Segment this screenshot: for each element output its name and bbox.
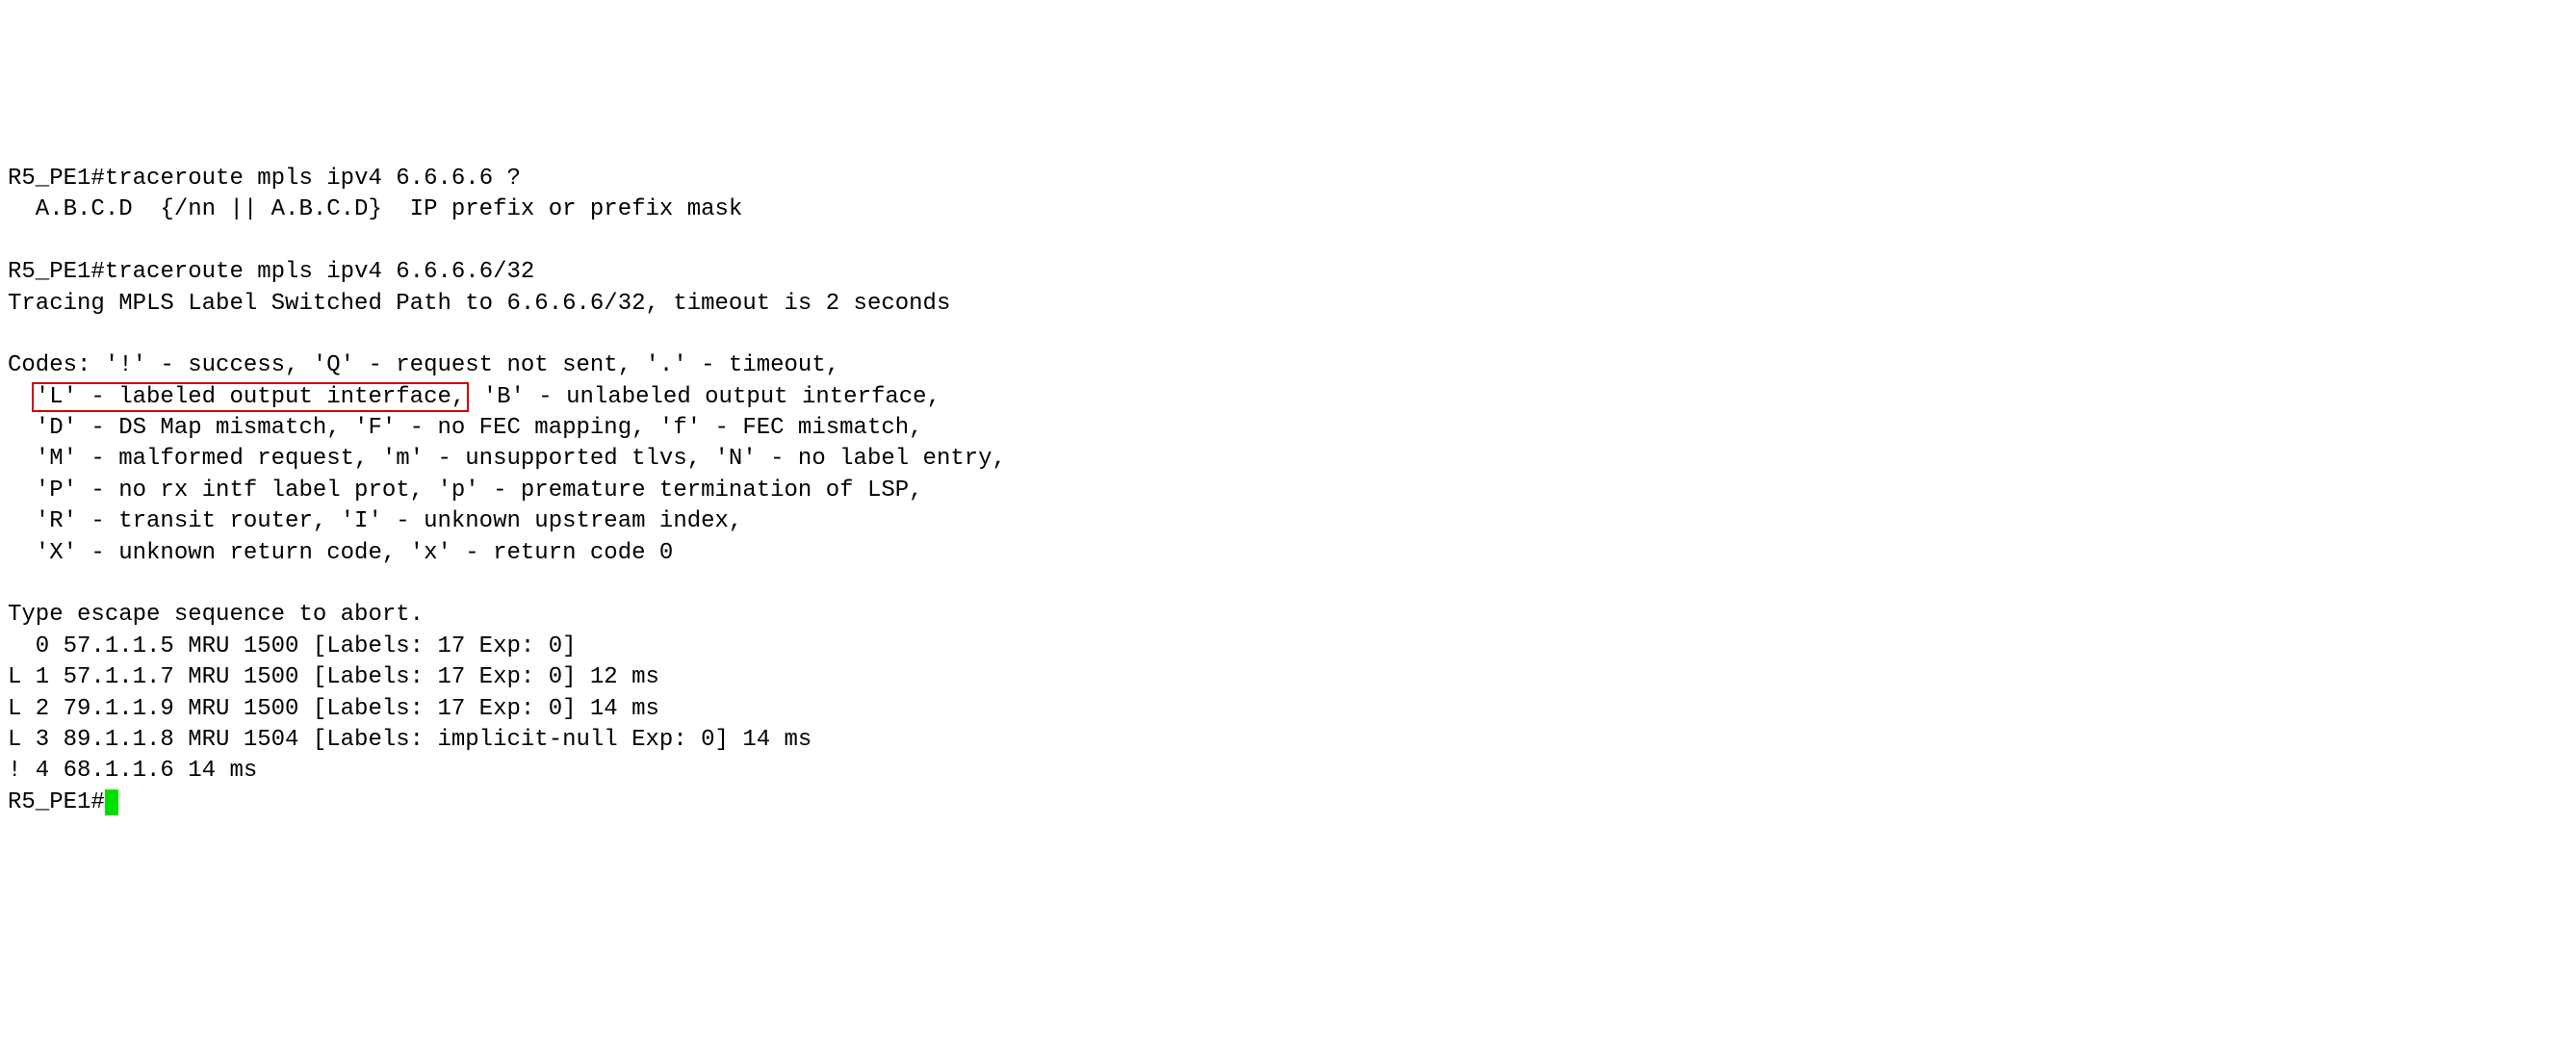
codes-legend-line: 'D' - DS Map mismatch, 'F' - no FEC mapp… bbox=[8, 415, 923, 441]
tracing-header: Tracing MPLS Label Switched Path to 6.6.… bbox=[8, 291, 950, 317]
prompt: R5_PE1# bbox=[8, 259, 105, 285]
traceroute-hop: L 3 89.1.1.8 MRU 1504 [Labels: implicit-… bbox=[8, 727, 811, 753]
command-text: traceroute mpls ipv4 6.6.6.6 ? bbox=[105, 166, 521, 192]
codes-legend-line: Codes: '!' - success, 'Q' - request not … bbox=[8, 352, 839, 378]
traceroute-hop: 0 57.1.1.5 MRU 1500 [Labels: 17 Exp: 0] bbox=[8, 633, 577, 659]
codes-legend-line: 'B' - unlabeled output interface, bbox=[469, 384, 940, 410]
cursor-icon bbox=[105, 789, 118, 814]
terminal-output[interactable]: R5_PE1#traceroute mpls ipv4 6.6.6.6 ? A.… bbox=[8, 133, 2568, 819]
abort-instruction: Type escape sequence to abort. bbox=[8, 602, 424, 628]
codes-legend-line: 'P' - no rx intf label prot, 'p' - prema… bbox=[8, 478, 923, 504]
codes-legend-line: 'R' - transit router, 'I' - unknown upst… bbox=[8, 508, 742, 534]
prompt: R5_PE1# bbox=[8, 789, 105, 815]
traceroute-hop: ! 4 68.1.1.6 14 ms bbox=[8, 758, 257, 784]
traceroute-hop: L 2 79.1.1.9 MRU 1500 [Labels: 17 Exp: 0… bbox=[8, 696, 659, 722]
highlighted-code-l: 'L' - labeled output interface, bbox=[32, 382, 469, 412]
codes-legend-line: 'M' - malformed request, 'm' - unsupport… bbox=[8, 446, 1006, 472]
command-text: traceroute mpls ipv4 6.6.6.6/32 bbox=[105, 259, 534, 285]
prompt: R5_PE1# bbox=[8, 166, 105, 192]
help-output: A.B.C.D {/nn || A.B.C.D} IP prefix or pr… bbox=[8, 196, 742, 222]
codes-legend-line: 'X' - unknown return code, 'x' - return … bbox=[8, 540, 673, 566]
traceroute-hop: L 1 57.1.1.7 MRU 1500 [Labels: 17 Exp: 0… bbox=[8, 664, 659, 690]
